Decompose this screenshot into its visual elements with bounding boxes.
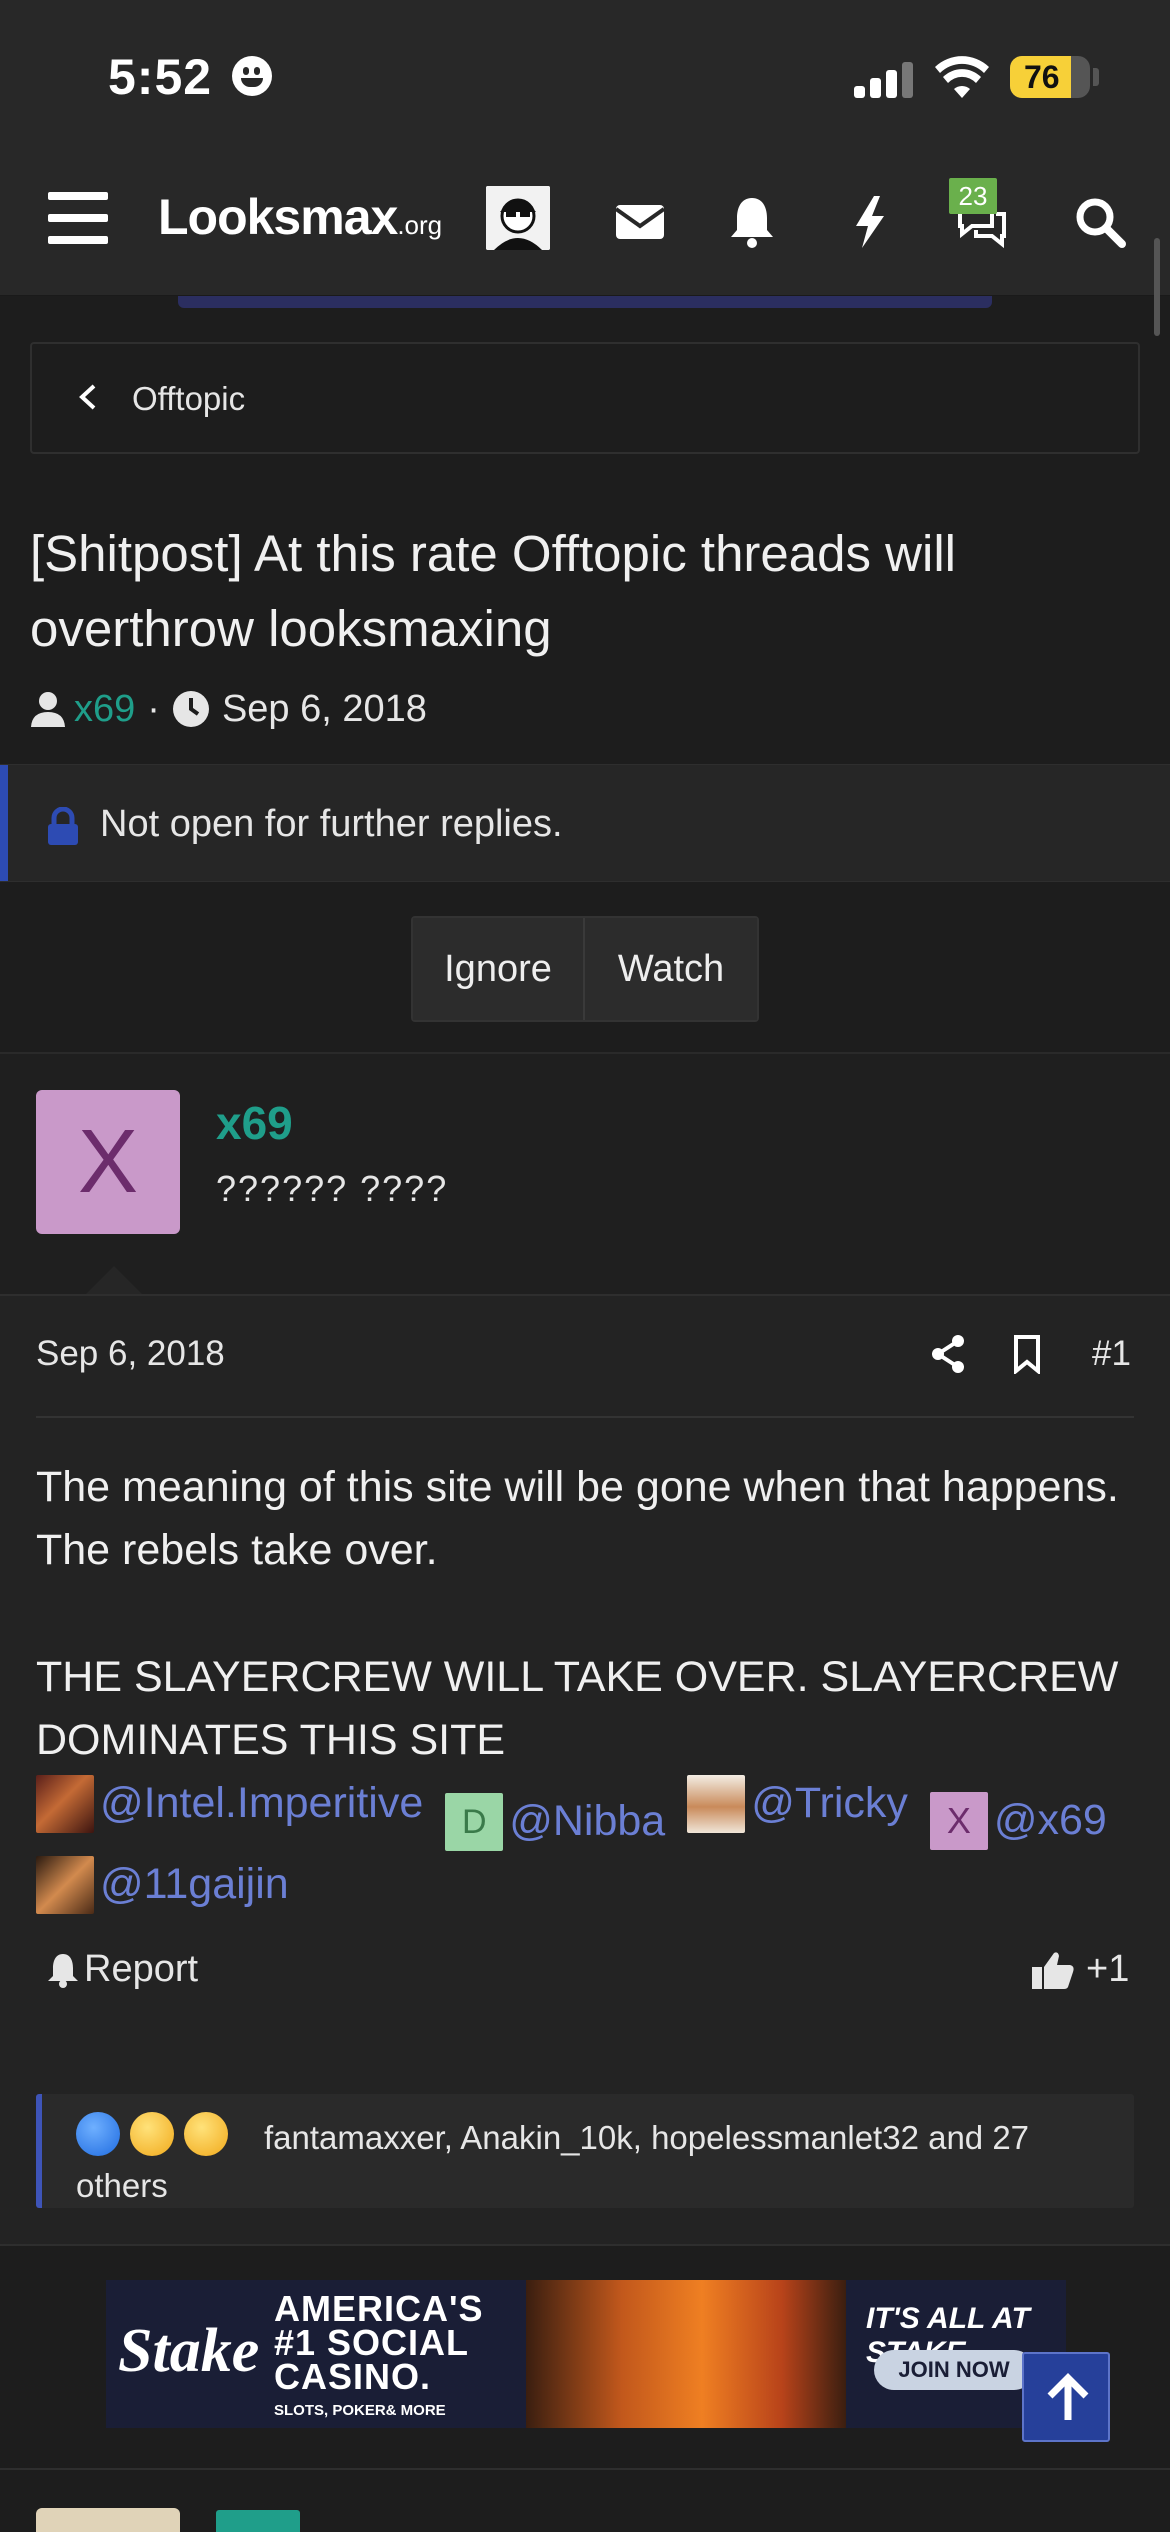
- avatar[interactable]: X: [36, 1090, 180, 1234]
- mention-link[interactable]: @Tricky: [687, 1772, 908, 1835]
- status-time: 5:52: [108, 49, 213, 105]
- divider: [0, 2468, 1170, 2470]
- logo-suffix: .org: [397, 210, 443, 240]
- notice-accent-bar: [0, 765, 8, 881]
- mention-name: @Nibba: [509, 1797, 666, 1845]
- bell-icon: [48, 1953, 78, 1988]
- divider: [0, 1294, 1170, 1296]
- clock-icon: [172, 691, 209, 727]
- post-paragraph: THE SLAYERCREW WILL TAKE OVER. SLAYERCRE…: [36, 1653, 1119, 1764]
- site-logo[interactable]: Looksmax.org: [158, 188, 442, 246]
- ad-headline: AMERICA'S #1 SOCIAL CASINO.: [274, 2288, 484, 2397]
- share-icon[interactable]: [930, 1334, 966, 1374]
- post-number[interactable]: #1: [1092, 1334, 1131, 1374]
- avatar[interactable]: [36, 2508, 180, 2532]
- ad-brand: Stake: [118, 2317, 260, 2385]
- mail-icon[interactable]: [610, 192, 670, 252]
- thread-meta: x69 · Sep 6, 2018: [30, 684, 427, 734]
- lock-icon: [48, 807, 78, 845]
- scroll-to-top-button[interactable]: [1022, 2352, 1110, 2442]
- mention-name: @x69: [993, 1796, 1107, 1844]
- like-count: +1: [1086, 1948, 1130, 1990]
- notice-text: Not open for further replies.: [100, 803, 563, 845]
- battery-level: 76: [1024, 59, 1060, 95]
- mention-avatar: [36, 1855, 94, 1914]
- ad-headline-line: CASINO.: [274, 2356, 432, 2397]
- user-avatar[interactable]: [486, 186, 550, 250]
- post-pointer: [86, 1266, 142, 1294]
- chevron-left-icon: [79, 384, 96, 410]
- mention-list: @Intel.Imperitive D @Nibba @Tricky X @x69 …: [36, 1772, 1146, 1932]
- smiley-icon: [232, 56, 272, 96]
- report-button[interactable]: Report: [46, 1948, 198, 1991]
- ad-subtext: SLOTS, POKER& MORE: [274, 2402, 446, 2419]
- watch-button[interactable]: Watch: [585, 918, 757, 1020]
- status-bar: 5:52 76: [0, 0, 1170, 150]
- ad-headline-line: AMERICA'S: [274, 2288, 484, 2329]
- reaction-users[interactable]: fantamaxxer, Anakin_10k, hopelessmanlet3…: [76, 2114, 1116, 2210]
- signal-icon: [854, 60, 914, 98]
- post-username[interactable]: x69: [216, 1096, 293, 1150]
- locked-notice: Not open for further replies.: [0, 764, 1170, 882]
- mention-name: @Intel.Imperitive: [100, 1779, 424, 1827]
- mention-name: @Tricky: [751, 1779, 908, 1827]
- user-title: ?????? ????: [216, 1168, 449, 1209]
- notification-badge[interactable]: 23: [949, 178, 997, 214]
- user-icon: [31, 692, 65, 727]
- ignore-button[interactable]: Ignore: [413, 918, 585, 1020]
- mention-link[interactable]: @Intel.Imperitive: [36, 1772, 423, 1835]
- divider: [0, 2244, 1170, 2246]
- mention-link[interactable]: D @Nibba: [445, 1790, 665, 1853]
- advertisement-banner[interactable]: Stake AMERICA'S #1 SOCIAL CASINO. SLOTS,…: [106, 2280, 1066, 2428]
- battery-icon: 76: [1010, 56, 1090, 98]
- divider: [36, 1416, 1134, 1418]
- mention-avatar: D: [445, 1792, 504, 1851]
- thread-actions: Ignore Watch: [411, 916, 759, 1022]
- like-button[interactable]: +1: [1030, 1948, 1129, 1991]
- ad-image: [526, 2280, 846, 2428]
- search-icon[interactable]: [1070, 192, 1130, 252]
- logo-text: Looksmax: [158, 189, 398, 245]
- header-accent-strip: [178, 296, 992, 308]
- battery-nub: [1093, 68, 1099, 86]
- page-title: [Shitpost] At this rate Offtopic threads…: [30, 525, 956, 657]
- menu-icon[interactable]: [48, 192, 108, 244]
- mention-avatar: [36, 1774, 94, 1833]
- post-username[interactable]: [216, 2510, 300, 2532]
- report-label: Report: [84, 1948, 199, 1990]
- breadcrumb-label: Offtopic: [132, 380, 246, 417]
- mention-avatar: X: [929, 1791, 988, 1850]
- breadcrumb[interactable]: Offtopic: [30, 342, 1140, 454]
- post-date[interactable]: Sep 6, 2018: [36, 1334, 225, 1374]
- thread-date[interactable]: Sep 6, 2018: [222, 688, 427, 731]
- reactions-bar[interactable]: fantamaxxer, Anakin_10k, hopelessmanlet3…: [36, 2094, 1134, 2208]
- wifi-icon: [935, 56, 989, 98]
- lightning-icon[interactable]: [840, 192, 900, 252]
- thumbs-up-icon: [1032, 1951, 1074, 1989]
- post-paragraph: The meaning of this site will be gone wh…: [36, 1463, 1119, 1574]
- thread-author[interactable]: x69: [74, 688, 135, 731]
- mention-avatar: [687, 1774, 746, 1833]
- bookmark-icon[interactable]: [1012, 1334, 1042, 1374]
- mention-link[interactable]: @11gaijin: [36, 1853, 289, 1916]
- arrow-up-icon: [1047, 2373, 1089, 2420]
- ad-join-button[interactable]: JOIN NOW: [874, 2350, 1034, 2390]
- mention-name: @11gaijin: [100, 1860, 289, 1908]
- avatar-image: [486, 186, 550, 250]
- scrollbar[interactable]: [1154, 238, 1160, 336]
- top-navbar: Looksmax.org 23: [0, 150, 1170, 296]
- mention-link[interactable]: X @x69: [929, 1789, 1107, 1852]
- ad-headline-line: #1 SOCIAL: [274, 2322, 470, 2363]
- meta-separator: ·: [147, 687, 160, 730]
- bell-icon[interactable]: [722, 192, 782, 252]
